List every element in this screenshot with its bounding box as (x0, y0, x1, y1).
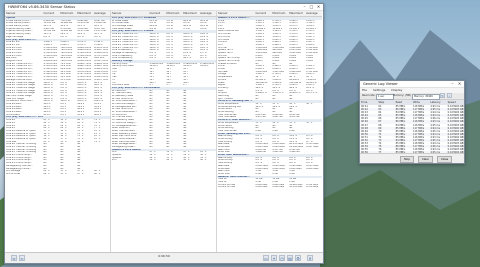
arrows-icon[interactable]: ⇔ (11, 255, 17, 261)
sensor-value: 10.381 KB/s (289, 186, 303, 189)
close-button[interactable]: Close (437, 156, 453, 163)
sensor-row[interactable]: CPU IA Cores 84 °C 33 °C 87 °C 80 °C (5, 173, 110, 176)
column-header[interactable]: Sensor (5, 11, 43, 16)
log-footer: Stop Clear Close (360, 153, 464, 163)
search-icon[interactable]: ⌕ (447, 93, 452, 98)
log-window-title: Generic Log Viewer (363, 82, 398, 86)
column-header[interactable]: Average (199, 11, 216, 16)
column-header[interactable]: Maximum (288, 11, 305, 16)
elapsed-time: 0:06:59 (158, 254, 170, 258)
column-header[interactable]: Minimum (59, 11, 76, 16)
gear-icon[interactable]: ⚙ (295, 255, 301, 261)
log-window-titlebar[interactable]: Generic Log Viewer – ✕ (360, 81, 464, 88)
sensor-name: PCH (112, 159, 117, 162)
sensor-value: 0.110 KB/s (306, 186, 318, 189)
memory-label: Memory: (MB) (393, 94, 412, 97)
close-icon[interactable]: ✕ (456, 81, 463, 87)
arrows-back-icon[interactable]: ⇐ (19, 255, 25, 261)
minimize-icon[interactable]: – (301, 4, 308, 10)
refresh-icon[interactable]: ↻ (440, 93, 445, 98)
close-icon[interactable]: ✕ (307, 255, 313, 261)
column-header[interactable]: Sensor (111, 11, 149, 16)
column-header[interactable]: Current (149, 11, 166, 16)
column-header[interactable]: Minimum (165, 11, 182, 16)
sensor-value: 84 °C (43, 172, 50, 175)
stop-button[interactable]: Stop (400, 156, 414, 163)
column-header[interactable]: Average (93, 11, 110, 16)
sensor-value: 44 °C (166, 159, 173, 162)
sensor-row[interactable]: Current UP rate 0.000 KB/s 0.000 KB/s 10.38… (217, 186, 322, 189)
sensor-value: 80 °C (94, 172, 101, 175)
plus-icon[interactable]: + (271, 255, 277, 261)
sensor-row[interactable]: PCH 50 °C 44 °C 50 °C 48 °C (111, 159, 216, 162)
monitor-icon[interactable]: ▭ (263, 255, 269, 261)
column-header[interactable]: Current (43, 11, 60, 16)
sensor-value: 0.000 KB/s (272, 186, 285, 189)
close-icon[interactable]: ✕ (315, 4, 322, 10)
report-icon[interactable]: ▤ (287, 255, 293, 261)
log-window: Generic Log Viewer – ✕ File Settings Dis… (359, 80, 465, 164)
clock-icon[interactable]: ◷ (279, 255, 285, 261)
column-header[interactable]: Maximum (76, 11, 93, 16)
sensor-value: 87 °C (77, 172, 84, 175)
clear-button[interactable]: Clear (418, 156, 433, 163)
maximize-icon[interactable]: □ (308, 4, 315, 10)
sensor-value: 50 °C (149, 159, 156, 162)
window-title: HWiNFO64 v5.86-3430 Sensor Status (8, 5, 76, 9)
rate-label: Read rate: (362, 94, 376, 97)
minimize-icon[interactable]: – (449, 81, 456, 87)
status-bar: ⇔ ⇐ 0:06:59 ▭ + ◷ ▤ ⚙ ✕ (5, 252, 323, 263)
sensor-window: HWiNFO64 v5.86-3430 Sensor Status – □ ✕ … (4, 3, 324, 264)
column-header[interactable]: Average (305, 11, 322, 16)
column-header[interactable]: Minimum (271, 11, 288, 16)
log-table[interactable]: 00:41 62 85 MB/s 116 MB/s 4.93 ms 0.103994 GB… (360, 105, 464, 154)
sensor-value: 0.000 KB/s (255, 186, 268, 189)
sensor-name: CPU IA Cores (6, 172, 21, 175)
column-header[interactable]: Maximum (182, 11, 199, 16)
log-toolbar: Read rate: 1 sec Memory: (MB) Memory: 45… (360, 93, 464, 100)
sensor-name: Current UP rate (218, 186, 235, 189)
window-titlebar[interactable]: HWiNFO64 v5.86-3430 Sensor Status – □ ✕ (5, 4, 323, 11)
sensor-value: 33 °C (60, 172, 67, 175)
sensor-pane-3[interactable]: Sensor Current Minimum Maximum Average GIGAB… (217, 11, 322, 252)
sensor-value: 50 °C (183, 159, 190, 162)
sensor-pane-1[interactable]: Sensor Current Minimum Maximum Average Syste… (5, 11, 111, 252)
sensor-pane-2[interactable]: Sensor Current Minimum Maximum Average CPU [… (111, 11, 217, 252)
sensor-value: 48 °C (200, 159, 207, 162)
column-header[interactable]: Current (255, 11, 272, 16)
desktop: HWiNFO64 v5.86-3430 Sensor Status – □ ✕ … (0, 0, 480, 267)
column-header[interactable]: Sensor (217, 11, 255, 16)
